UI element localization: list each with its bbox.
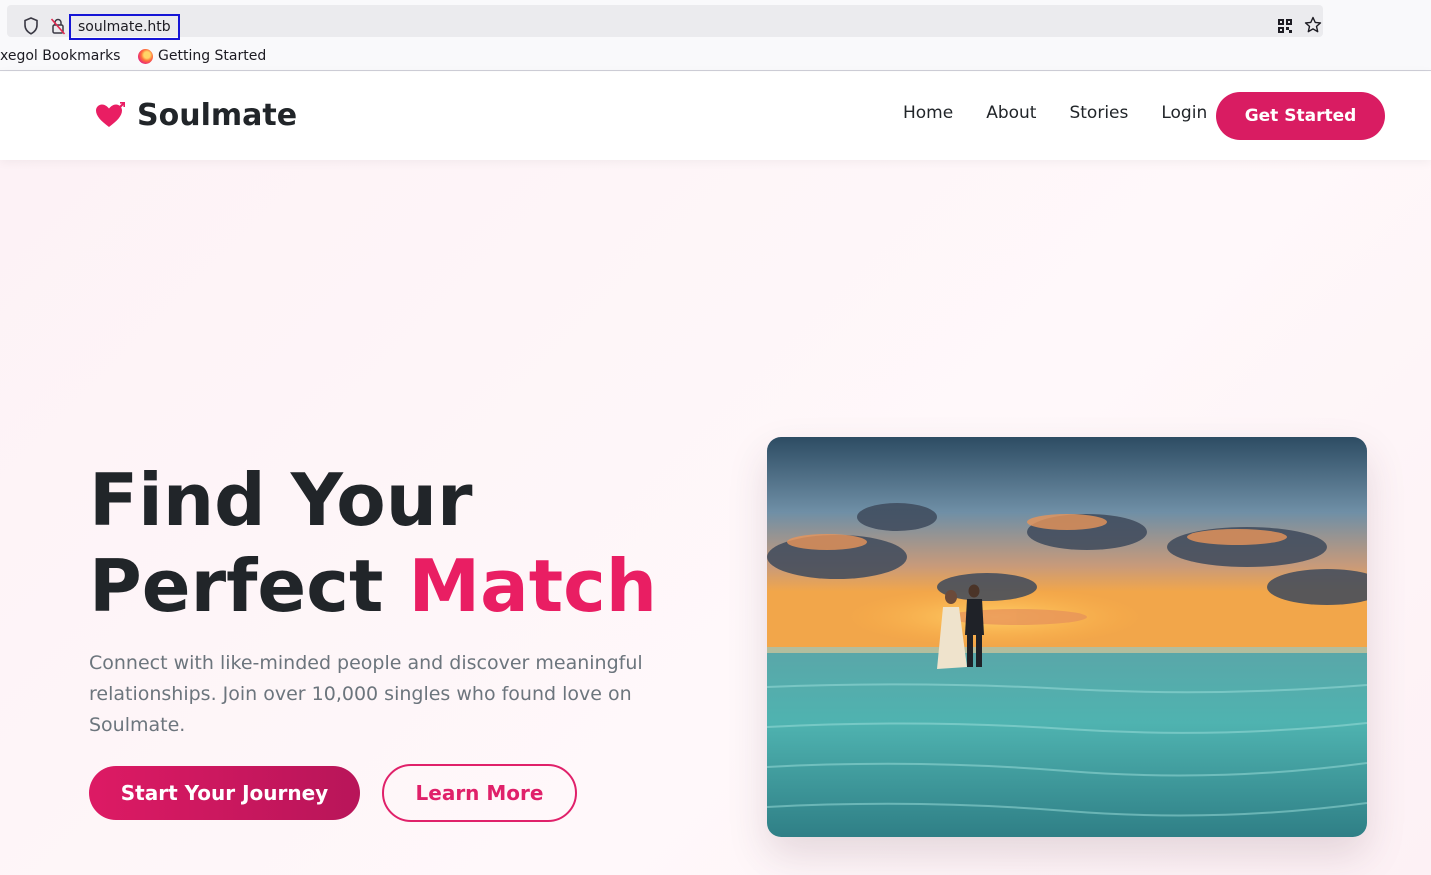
- url-bar[interactable]: soulmate.htb: [7, 5, 1323, 40]
- qr-code-icon[interactable]: [1277, 18, 1293, 34]
- nav-home[interactable]: Home: [903, 102, 953, 124]
- nav-login[interactable]: Login: [1161, 102, 1207, 124]
- hero-section: Find Your Perfect Match Connect with lik…: [0, 160, 1431, 875]
- hero-title-accent: Match: [408, 544, 658, 628]
- get-started-button[interactable]: Get Started: [1216, 92, 1385, 140]
- url-text[interactable]: soulmate.htb: [69, 14, 180, 40]
- nav-stories[interactable]: Stories: [1069, 102, 1128, 124]
- logo[interactable]: Soulmate: [95, 98, 297, 134]
- learn-more-button[interactable]: Learn More: [382, 764, 577, 822]
- bookmark-getting-started[interactable]: Getting Started: [138, 47, 266, 65]
- hero-title-line1: Find Your: [89, 458, 473, 542]
- insecure-lock-icon[interactable]: [50, 17, 66, 35]
- hero-title: Find Your Perfect Match: [89, 457, 657, 629]
- main-nav: Home About Stories Login: [903, 102, 1207, 124]
- hero-title-line2: Perfect: [89, 544, 384, 628]
- brand-name: Soulmate: [137, 98, 298, 133]
- bookmarks-toolbar: xegol Bookmarks Getting Started: [0, 42, 1431, 71]
- bookmark-folder[interactable]: xegol Bookmarks: [0, 47, 120, 65]
- bookmark-star-icon[interactable]: [1304, 16, 1322, 34]
- bookmark-label: Getting Started: [158, 48, 267, 64]
- site-header: Soulmate Home About Stories Login Get St…: [0, 72, 1431, 160]
- browser-toolbar: soulmate.htb: [0, 0, 1431, 42]
- heart-arrow-icon: [96, 102, 125, 127]
- firefox-icon: [138, 48, 153, 64]
- nav-about[interactable]: About: [986, 102, 1036, 124]
- start-journey-button[interactable]: Start Your Journey: [89, 766, 360, 820]
- hero-couple-beach-image: [767, 437, 1367, 837]
- shield-icon[interactable]: [23, 17, 39, 35]
- beach-sunset-illustration: [767, 437, 1367, 837]
- hero-subtitle: Connect with like-minded people and disc…: [89, 652, 643, 736]
